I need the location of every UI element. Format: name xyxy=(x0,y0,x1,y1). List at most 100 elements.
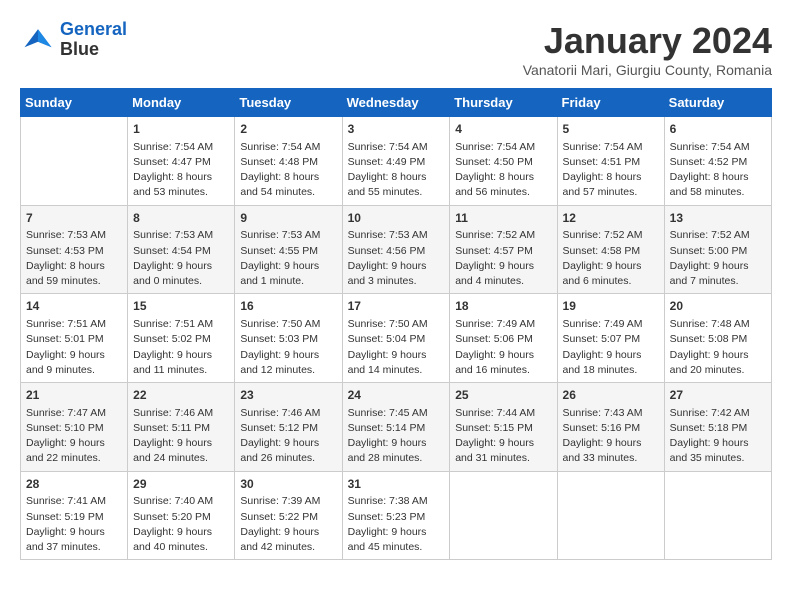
calendar-cell: 8Sunrise: 7:53 AMSunset: 4:54 PMDaylight… xyxy=(128,205,235,294)
day-number: 18 xyxy=(455,298,551,315)
day-info: Sunrise: 7:54 AMSunset: 4:52 PMDaylight:… xyxy=(670,140,766,201)
calendar-cell: 25Sunrise: 7:44 AMSunset: 5:15 PMDayligh… xyxy=(450,383,557,472)
calendar-cell: 14Sunrise: 7:51 AMSunset: 5:01 PMDayligh… xyxy=(21,294,128,383)
calendar-cell: 11Sunrise: 7:52 AMSunset: 4:57 PMDayligh… xyxy=(450,205,557,294)
calendar-cell xyxy=(450,471,557,560)
day-number: 1 xyxy=(133,121,229,138)
calendar-cell xyxy=(557,471,664,560)
weekday-header-friday: Friday xyxy=(557,89,664,117)
calendar-cell xyxy=(21,117,128,206)
calendar-cell: 31Sunrise: 7:38 AMSunset: 5:23 PMDayligh… xyxy=(342,471,450,560)
day-info: Sunrise: 7:41 AMSunset: 5:19 PMDaylight:… xyxy=(26,494,122,555)
day-number: 10 xyxy=(348,210,445,227)
day-number: 5 xyxy=(563,121,659,138)
day-number: 11 xyxy=(455,210,551,227)
day-info: Sunrise: 7:46 AMSunset: 5:11 PMDaylight:… xyxy=(133,406,229,467)
day-info: Sunrise: 7:52 AMSunset: 4:57 PMDaylight:… xyxy=(455,228,551,289)
calendar-cell: 20Sunrise: 7:48 AMSunset: 5:08 PMDayligh… xyxy=(664,294,771,383)
weekday-header-wednesday: Wednesday xyxy=(342,89,450,117)
week-row-1: 1 Sunrise: 7:54 AMSunset: 4:47 PMDaylight… xyxy=(21,117,772,206)
weekday-header-tuesday: Tuesday xyxy=(235,89,342,117)
day-number: 15 xyxy=(133,298,229,315)
calendar-cell: 5 Sunrise: 7:54 AMSunset: 4:51 PMDaylight… xyxy=(557,117,664,206)
calendar-cell: 29Sunrise: 7:40 AMSunset: 5:20 PMDayligh… xyxy=(128,471,235,560)
day-number: 2 xyxy=(240,121,336,138)
calendar-cell: 1 Sunrise: 7:54 AMSunset: 4:47 PMDaylight… xyxy=(128,117,235,206)
day-info: Sunrise: 7:54 AMSunset: 4:51 PMDaylight:… xyxy=(563,140,659,201)
day-info: Sunrise: 7:53 AMSunset: 4:56 PMDaylight:… xyxy=(348,228,445,289)
day-number: 4 xyxy=(455,121,551,138)
day-number: 3 xyxy=(348,121,445,138)
day-number: 31 xyxy=(348,476,445,493)
calendar-cell: 24 Sunrise: 7:45 AMSunset: 5:14 PMDayligh… xyxy=(342,383,450,472)
day-info: Sunrise: 7:42 AMSunset: 5:18 PMDaylight:… xyxy=(670,406,766,467)
day-info: Sunrise: 7:47 AMSunset: 5:10 PMDaylight:… xyxy=(26,406,122,467)
calendar-cell: 18 Sunrise: 7:49 AMSunset: 5:06 PMDayligh… xyxy=(450,294,557,383)
day-number: 8 xyxy=(133,210,229,227)
week-row-4: 21 Sunrise: 7:47 AMSunset: 5:10 PMDayligh… xyxy=(21,383,772,472)
day-number: 14 xyxy=(26,298,122,315)
day-number: 24 xyxy=(348,387,445,404)
day-info: Sunrise: 7:54 AMSunset: 4:48 PMDaylight:… xyxy=(240,140,336,201)
calendar-cell: 28Sunrise: 7:41 AMSunset: 5:19 PMDayligh… xyxy=(21,471,128,560)
calendar-cell: 12Sunrise: 7:52 AMSunset: 4:58 PMDayligh… xyxy=(557,205,664,294)
day-number: 29 xyxy=(133,476,229,493)
day-info: Sunrise: 7:38 AMSunset: 5:23 PMDaylight:… xyxy=(348,494,445,555)
calendar-cell: 9Sunrise: 7:53 AMSunset: 4:55 PMDaylight… xyxy=(235,205,342,294)
weekday-header-saturday: Saturday xyxy=(664,89,771,117)
day-info: Sunrise: 7:51 AMSunset: 5:02 PMDaylight:… xyxy=(133,317,229,378)
day-info: Sunrise: 7:50 AMSunset: 5:03 PMDaylight:… xyxy=(240,317,336,378)
day-number: 13 xyxy=(670,210,766,227)
day-info: Sunrise: 7:54 AMSunset: 4:50 PMDaylight:… xyxy=(455,140,551,201)
calendar-cell: 17 Sunrise: 7:50 AMSunset: 5:04 PMDayligh… xyxy=(342,294,450,383)
calendar-cell: 2 Sunrise: 7:54 AMSunset: 4:48 PMDaylight… xyxy=(235,117,342,206)
week-row-3: 14Sunrise: 7:51 AMSunset: 5:01 PMDayligh… xyxy=(21,294,772,383)
day-info: Sunrise: 7:52 AMSunset: 5:00 PMDaylight:… xyxy=(670,228,766,289)
calendar-cell: 6Sunrise: 7:54 AMSunset: 4:52 PMDaylight… xyxy=(664,117,771,206)
day-info: Sunrise: 7:48 AMSunset: 5:08 PMDaylight:… xyxy=(670,317,766,378)
week-row-2: 7Sunrise: 7:53 AMSunset: 4:53 PMDaylight… xyxy=(21,205,772,294)
day-info: Sunrise: 7:46 AMSunset: 5:12 PMDaylight:… xyxy=(240,406,336,467)
weekday-header-sunday: Sunday xyxy=(21,89,128,117)
day-number: 12 xyxy=(563,210,659,227)
weekday-header-thursday: Thursday xyxy=(450,89,557,117)
day-info: Sunrise: 7:53 AMSunset: 4:55 PMDaylight:… xyxy=(240,228,336,289)
day-info: Sunrise: 7:44 AMSunset: 5:15 PMDaylight:… xyxy=(455,406,551,467)
day-info: Sunrise: 7:43 AMSunset: 5:16 PMDaylight:… xyxy=(563,406,659,467)
calendar-cell: 4 Sunrise: 7:54 AMSunset: 4:50 PMDaylight… xyxy=(450,117,557,206)
day-number: 27 xyxy=(670,387,766,404)
day-info: Sunrise: 7:53 AMSunset: 4:54 PMDaylight:… xyxy=(133,228,229,289)
location: Vanatorii Mari, Giurgiu County, Romania xyxy=(523,62,772,78)
title-block: January 2024 Vanatorii Mari, Giurgiu Cou… xyxy=(523,20,772,78)
week-row-5: 28Sunrise: 7:41 AMSunset: 5:19 PMDayligh… xyxy=(21,471,772,560)
calendar-cell: 16Sunrise: 7:50 AMSunset: 5:03 PMDayligh… xyxy=(235,294,342,383)
day-number: 9 xyxy=(240,210,336,227)
day-info: Sunrise: 7:52 AMSunset: 4:58 PMDaylight:… xyxy=(563,228,659,289)
logo-text: General Blue xyxy=(60,20,127,60)
day-info: Sunrise: 7:40 AMSunset: 5:20 PMDaylight:… xyxy=(133,494,229,555)
day-info: Sunrise: 7:54 AMSunset: 4:47 PMDaylight:… xyxy=(133,140,229,201)
day-info: Sunrise: 7:45 AMSunset: 5:14 PMDaylight:… xyxy=(348,406,445,467)
calendar-cell: 27 Sunrise: 7:42 AMSunset: 5:18 PMDayligh… xyxy=(664,383,771,472)
day-number: 7 xyxy=(26,210,122,227)
calendar-table: SundayMondayTuesdayWednesdayThursdayFrid… xyxy=(20,88,772,560)
calendar-cell: 13Sunrise: 7:52 AMSunset: 5:00 PMDayligh… xyxy=(664,205,771,294)
calendar-cell: 22Sunrise: 7:46 AMSunset: 5:11 PMDayligh… xyxy=(128,383,235,472)
logo-icon xyxy=(20,22,56,58)
day-number: 19 xyxy=(563,298,659,315)
calendar-cell: 19Sunrise: 7:49 AMSunset: 5:07 PMDayligh… xyxy=(557,294,664,383)
weekday-header-row: SundayMondayTuesdayWednesdayThursdayFrid… xyxy=(21,89,772,117)
day-number: 17 xyxy=(348,298,445,315)
calendar-cell: 30Sunrise: 7:39 AMSunset: 5:22 PMDayligh… xyxy=(235,471,342,560)
day-number: 26 xyxy=(563,387,659,404)
day-number: 21 xyxy=(26,387,122,404)
day-number: 30 xyxy=(240,476,336,493)
calendar-cell: 26 Sunrise: 7:43 AMSunset: 5:16 PMDayligh… xyxy=(557,383,664,472)
day-number: 23 xyxy=(240,387,336,404)
calendar-cell xyxy=(664,471,771,560)
calendar-cell: 21 Sunrise: 7:47 AMSunset: 5:10 PMDayligh… xyxy=(21,383,128,472)
day-info: Sunrise: 7:49 AMSunset: 5:06 PMDaylight:… xyxy=(455,317,551,378)
day-info: Sunrise: 7:50 AMSunset: 5:04 PMDaylight:… xyxy=(348,317,445,378)
logo: General Blue xyxy=(20,20,127,60)
day-info: Sunrise: 7:39 AMSunset: 5:22 PMDaylight:… xyxy=(240,494,336,555)
